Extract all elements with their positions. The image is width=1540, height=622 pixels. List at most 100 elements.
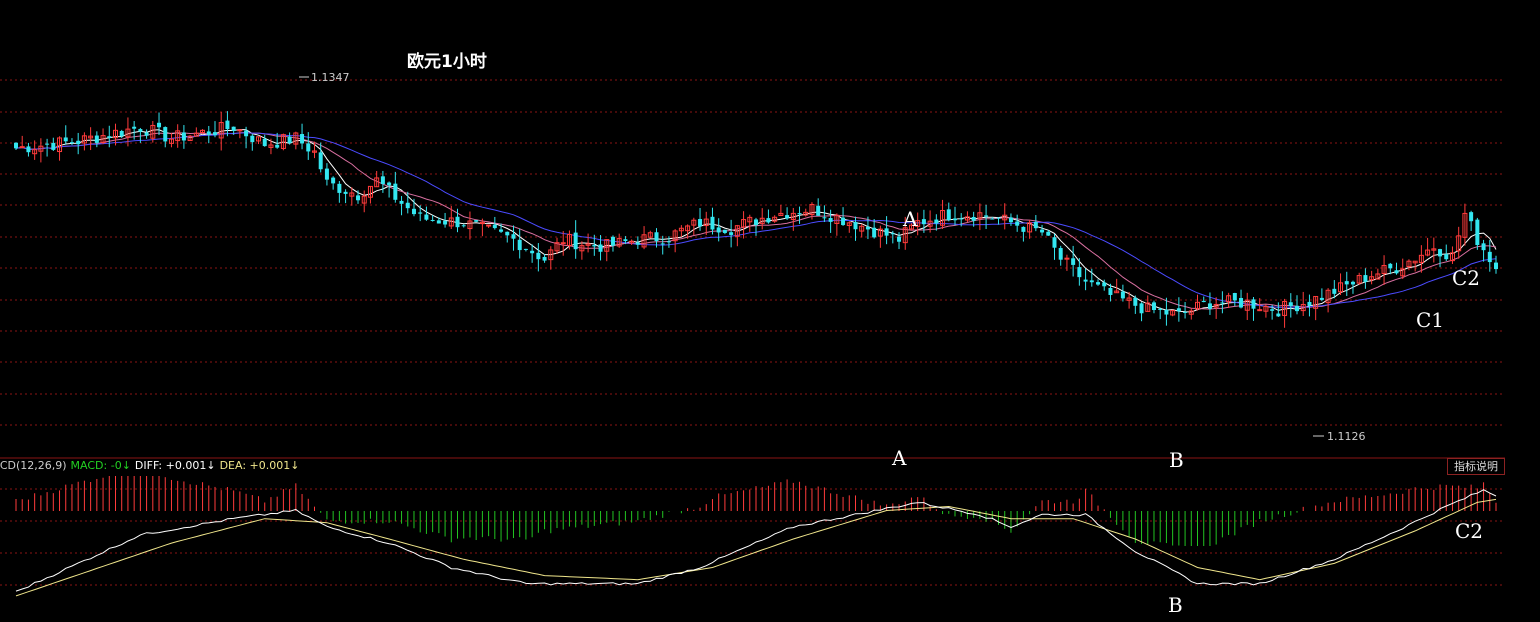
candle-body xyxy=(635,242,640,245)
candle-body xyxy=(1239,297,1244,308)
candle-body xyxy=(1487,251,1492,263)
candle-body xyxy=(51,142,56,150)
candle-body xyxy=(225,120,230,130)
candle-body xyxy=(517,239,522,251)
candle-body xyxy=(244,130,249,137)
candle-body xyxy=(19,146,25,149)
candle-body xyxy=(94,135,99,143)
dea-line xyxy=(15,498,1497,597)
high-marker: 1.1347 xyxy=(299,71,350,84)
chart-canvas: 欧元1小时 1.1347 1.1126 A B C1 C2 A B C2 xyxy=(0,51,1505,617)
candle-body xyxy=(921,219,926,225)
candle-body xyxy=(1033,221,1038,229)
candle-body xyxy=(530,250,535,254)
candle-body xyxy=(890,233,895,235)
candle-body xyxy=(573,232,578,250)
macd-value: MACD: -0↓ xyxy=(70,459,131,472)
high-marker-label: 1.1347 xyxy=(311,71,350,84)
candle-body xyxy=(884,228,889,236)
candle-body xyxy=(181,132,186,141)
candle-body xyxy=(1220,302,1225,304)
candle-body xyxy=(418,212,423,214)
candle-body xyxy=(206,131,211,135)
candlesticks xyxy=(14,111,1498,328)
annotation-b-macd: B xyxy=(1168,593,1183,617)
candle-body xyxy=(436,220,441,224)
candle-body xyxy=(1363,275,1368,282)
macd-name: MACD(12,26,9) xyxy=(0,459,67,472)
candle-body xyxy=(1164,309,1169,315)
candle-body xyxy=(45,143,50,145)
candle-body xyxy=(542,256,547,261)
candle-body xyxy=(1139,303,1144,314)
candle-body xyxy=(262,138,267,147)
macd-header: MACD(12,26,9)MACD: -0↓DIFF: +0.001↓DEA: … xyxy=(0,459,303,473)
candle-body xyxy=(1040,229,1045,233)
candle-body xyxy=(1008,217,1013,223)
candle-body xyxy=(1232,293,1237,301)
candle-body xyxy=(1176,308,1181,312)
candle-body xyxy=(984,215,989,217)
candle-body xyxy=(492,224,497,229)
candle-body xyxy=(934,219,939,224)
candle-body xyxy=(387,182,392,186)
candle-body xyxy=(1077,267,1082,278)
candle-body xyxy=(1251,299,1256,309)
candle-body xyxy=(1295,305,1300,312)
candle-body xyxy=(499,229,504,232)
annotation-c1: C1 xyxy=(1416,308,1444,332)
candle-body xyxy=(1319,297,1324,300)
candle-body xyxy=(287,136,292,144)
candle-body xyxy=(710,216,715,230)
candle-body xyxy=(1108,287,1113,295)
annotation-a-macd: A xyxy=(891,446,907,470)
candle-body xyxy=(1438,249,1443,257)
candle-body xyxy=(698,219,703,227)
candle-body xyxy=(523,248,528,250)
candle-body xyxy=(1394,270,1399,274)
candle-body xyxy=(1481,243,1486,251)
candle-body xyxy=(1058,248,1063,260)
candle-body xyxy=(461,225,466,227)
candle-body xyxy=(797,213,802,215)
candle-body xyxy=(119,130,124,137)
candle-body xyxy=(231,126,236,131)
candle-body xyxy=(1133,297,1138,306)
candle-body xyxy=(1089,280,1094,283)
candle-body xyxy=(990,218,995,220)
candle-body xyxy=(610,236,615,246)
candle-body xyxy=(1083,279,1088,282)
candle-body xyxy=(946,209,951,221)
candle-body xyxy=(1270,309,1275,311)
candle-body xyxy=(722,229,727,233)
candle-body xyxy=(132,126,137,129)
dea-value: DEA: +0.001↓ xyxy=(219,459,300,472)
candle-body xyxy=(343,191,348,194)
candle-body xyxy=(138,129,143,132)
candle-body xyxy=(1096,282,1101,285)
candle-body xyxy=(393,183,398,200)
candle-body xyxy=(1046,231,1051,236)
candle-body xyxy=(865,226,870,230)
candle-body xyxy=(430,219,435,221)
candle-body xyxy=(26,146,31,153)
candle-body xyxy=(157,122,162,128)
candle-body xyxy=(250,135,255,143)
indicator-explain-button[interactable]: 指标说明 xyxy=(1447,458,1505,475)
candle-body xyxy=(337,183,342,193)
low-marker: 1.1126 xyxy=(1313,430,1366,443)
grid-lines xyxy=(0,79,1505,586)
candle-body xyxy=(486,224,492,227)
candle-body xyxy=(69,142,74,144)
candle-body xyxy=(1183,311,1188,313)
candle-body xyxy=(1120,291,1125,299)
candle-body xyxy=(1257,309,1263,312)
candle-body xyxy=(853,222,858,230)
candle-body xyxy=(237,129,243,132)
candle-body xyxy=(828,218,833,222)
candle-body xyxy=(380,176,385,185)
candle-body xyxy=(212,132,217,136)
candle-body xyxy=(399,200,404,204)
candle-body xyxy=(1307,301,1312,306)
candle-body xyxy=(511,234,516,239)
